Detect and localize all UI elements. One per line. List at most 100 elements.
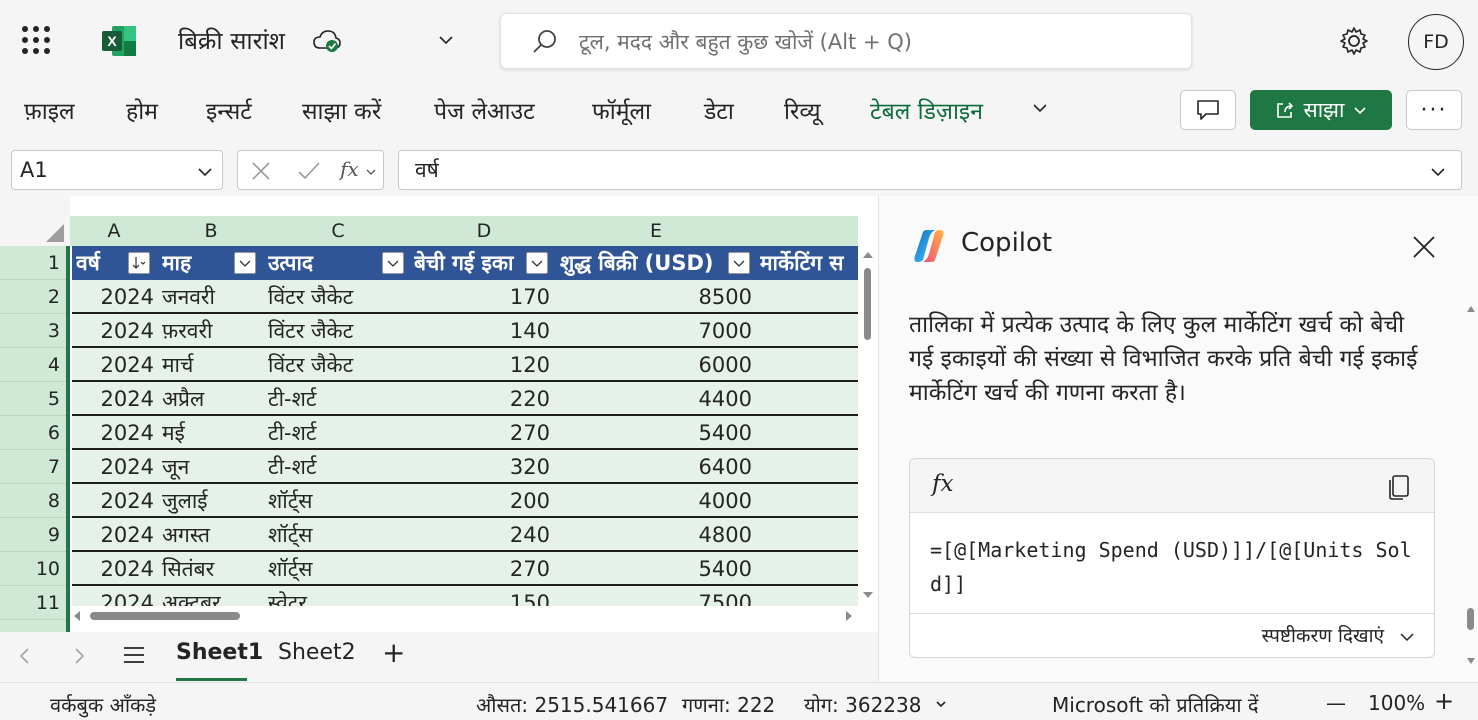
column-header-e[interactable]: E [556, 216, 756, 246]
cell-year[interactable]: 2024 [72, 450, 154, 484]
filter-button[interactable] [382, 252, 404, 274]
show-explanation-button[interactable]: स्पष्टीकरण दिखाएं [1262, 622, 1384, 648]
document-title[interactable]: बिक्री सारांश [178, 24, 285, 57]
vertical-scrollbar[interactable] [858, 246, 878, 606]
cell-units-sold[interactable]: 170 [412, 280, 550, 314]
cell-month[interactable]: सितंबर [162, 552, 262, 586]
cell-month[interactable]: जनवरी [162, 280, 262, 314]
search-box[interactable]: टूल, मदद और बहुत कुछ खोजें (Alt + Q) [500, 13, 1192, 69]
cell-product[interactable]: शॉर्ट्स [268, 552, 412, 586]
chevron-down-icon[interactable] [436, 30, 456, 50]
header-cell-year[interactable]: वर्ष [76, 246, 132, 280]
filter-button[interactable] [526, 252, 548, 274]
cell-net-sales[interactable]: 5400 [558, 552, 752, 586]
cell-product[interactable]: टी-शर्ट [268, 416, 412, 450]
chevron-down-icon[interactable] [1429, 163, 1447, 181]
chevron-right-icon[interactable] [70, 646, 88, 666]
gear-icon[interactable] [1338, 25, 1370, 57]
tab-data[interactable]: डेटा [704, 94, 734, 126]
workbook-stats-button[interactable]: वर्कबुक आँकड़े [50, 691, 156, 718]
copilot-scrollbar[interactable] [1465, 304, 1477, 674]
tab-file[interactable]: फ़ाइल [24, 94, 75, 126]
cell-units-sold[interactable]: 120 [412, 348, 550, 382]
user-avatar[interactable]: FD [1408, 14, 1464, 70]
cell-units-sold[interactable]: 150 [412, 586, 550, 606]
row-header[interactable]: 9 [0, 518, 66, 552]
cell-year[interactable]: 2024 [72, 348, 154, 382]
chevron-down-icon[interactable] [934, 697, 948, 711]
row-header[interactable]: 1 [0, 246, 66, 280]
row-header[interactable]: 10 [0, 552, 66, 586]
row-header[interactable]: 7 [0, 450, 66, 484]
header-cell-month[interactable]: माह [162, 246, 232, 280]
cell-year[interactable]: 2024 [72, 416, 154, 450]
cell-product[interactable]: टी-शर्ट [268, 450, 412, 484]
cancel-icon[interactable] [250, 160, 272, 182]
sheet-tab-1[interactable]: Sheet1 [176, 640, 263, 665]
confirm-icon[interactable] [296, 160, 322, 182]
header-cell-marketing[interactable]: मार्केटिंग स [760, 246, 858, 280]
cell-net-sales[interactable]: 7000 [558, 314, 752, 348]
cell-units-sold[interactable]: 270 [412, 552, 550, 586]
all-sheets-menu-icon[interactable] [122, 644, 146, 666]
zoom-in-button[interactable]: + [1434, 687, 1454, 715]
cell-month[interactable]: अप्रैल [162, 382, 262, 416]
filter-button[interactable] [728, 252, 750, 274]
tab-share[interactable]: साझा करें [302, 94, 381, 126]
cell-units-sold[interactable]: 240 [412, 518, 550, 552]
cell-product[interactable]: शॉर्ट्स [268, 484, 412, 518]
column-header-c[interactable]: C [264, 216, 412, 246]
chevron-down-icon[interactable] [1030, 98, 1050, 118]
share-button[interactable]: साझा [1250, 90, 1392, 130]
cell-product[interactable]: विंटर जैकेट [268, 348, 412, 382]
cell-units-sold[interactable]: 140 [412, 314, 550, 348]
row-header[interactable]: 6 [0, 416, 66, 450]
cell-net-sales[interactable]: 6000 [558, 348, 752, 382]
column-header-d[interactable]: D [412, 216, 556, 246]
cell-month[interactable]: फ़रवरी [162, 314, 262, 348]
row-header[interactable]: 4 [0, 348, 66, 382]
cell-units-sold[interactable]: 220 [412, 382, 550, 416]
scroll-thumb[interactable] [1467, 608, 1474, 630]
name-box[interactable]: A1 [11, 150, 223, 190]
header-cell-net-sales[interactable]: शुद्ध बिक्री (USD) [560, 246, 724, 280]
header-cell-units-sold[interactable]: बेची गई इका [414, 246, 524, 280]
cell-month[interactable]: मार्च [162, 348, 262, 382]
cell-product[interactable]: विंटर जैकेट [268, 280, 412, 314]
tab-home[interactable]: होम [126, 94, 158, 126]
row-header[interactable]: 5 [0, 382, 66, 416]
scroll-thumb[interactable] [90, 612, 240, 620]
zoom-level[interactable]: 100% [1368, 691, 1425, 715]
cell-product[interactable]: स्वेटर [268, 586, 412, 606]
column-header-a[interactable]: A [70, 216, 158, 246]
header-cell-product[interactable]: उत्पाद [268, 246, 376, 280]
cell-product[interactable]: शॉर्ट्स [268, 518, 412, 552]
tab-review[interactable]: रिव्यू [784, 94, 821, 126]
insert-function-button[interactable]: fx [340, 157, 359, 181]
cell-year[interactable]: 2024 [72, 518, 154, 552]
feedback-link[interactable]: Microsoft को प्रतिक्रिया दें [1052, 691, 1259, 718]
app-launcher-icon[interactable] [22, 26, 52, 54]
formula-input[interactable]: वर्ष [398, 150, 1462, 190]
cell-month[interactable]: मई [162, 416, 262, 450]
cell-month[interactable]: अक्टूबर [162, 586, 262, 606]
cell-net-sales[interactable]: 4800 [558, 518, 752, 552]
add-sheet-button[interactable]: + [382, 636, 405, 669]
more-options-button[interactable]: ··· [1406, 90, 1462, 130]
cell-year[interactable]: 2024 [72, 280, 154, 314]
cell-month[interactable]: जुलाई [162, 484, 262, 518]
cell-year[interactable]: 2024 [72, 484, 154, 518]
cell-year[interactable]: 2024 [72, 314, 154, 348]
cell-net-sales[interactable]: 7500 [558, 586, 752, 606]
tab-page-layout[interactable]: पेज लेआउट [434, 94, 535, 126]
cell-net-sales[interactable]: 4000 [558, 484, 752, 518]
tab-formulas[interactable]: फॉर्मूला [592, 94, 651, 126]
cell-year[interactable]: 2024 [72, 586, 154, 606]
cell-year[interactable]: 2024 [72, 382, 154, 416]
tab-insert[interactable]: इन्सर्ट [206, 94, 252, 126]
cell-month[interactable]: जून [162, 450, 262, 484]
row-header[interactable]: 3 [0, 314, 66, 348]
column-header-b[interactable]: B [158, 216, 264, 246]
zoom-out-button[interactable]: — [1326, 691, 1346, 715]
row-header[interactable]: 2 [0, 280, 66, 314]
